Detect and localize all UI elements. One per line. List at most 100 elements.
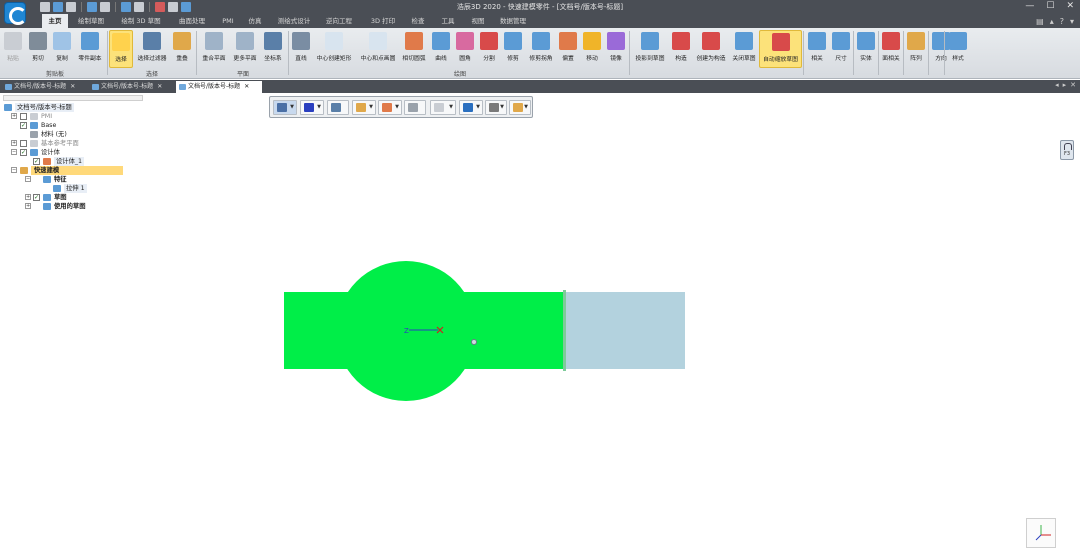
expand-icon[interactable]: + [11, 113, 17, 119]
close-icon[interactable]: ✕ [1066, 1, 1074, 12]
tab-surfacing[interactable]: 曲面处理 [174, 14, 210, 28]
move-button[interactable]: 移动 [581, 30, 603, 68]
visibility-checkbox[interactable]: ✓ [33, 194, 40, 201]
visibility-checkbox[interactable]: ✓ [33, 158, 40, 165]
render-settings-button[interactable]: ▼ [509, 100, 531, 115]
tab-view[interactable]: 视图 [467, 14, 489, 28]
coincident-plane-button[interactable]: 重合平面 [199, 30, 229, 68]
center-rect-button[interactable]: 中心创建矩形 [312, 30, 356, 68]
maximize-icon[interactable]: ☐ [1046, 1, 1054, 12]
close-tab-icon[interactable]: ✕ [244, 83, 249, 90]
auto-scale-sketch-button[interactable]: 自动缩放草图 [759, 30, 802, 68]
document-tab[interactable]: 文档号/版本号-标题 ✕ [2, 81, 88, 93]
project-to-sketch-button[interactable]: 投影到草图 [632, 30, 668, 68]
tangent-arc-button[interactable]: 相切圆弧 [400, 30, 428, 68]
overlap-button[interactable]: 重叠 [171, 30, 193, 68]
cut-button[interactable]: 剪切 [27, 30, 49, 68]
tab-3d-print[interactable]: 3D 打印 [366, 14, 400, 28]
tree-item-quick-modeling[interactable]: − 快速建模 [11, 166, 123, 175]
curve-button[interactable]: 曲线 [430, 30, 452, 68]
document-tab[interactable]: 文档号/版本号-标题 ✕ [89, 81, 175, 93]
expand-icon[interactable]: + [25, 194, 31, 200]
box-select-button[interactable]: ▼ [378, 100, 402, 115]
circle-button[interactable]: 中心和点画圆 [357, 30, 399, 68]
select-button[interactable]: 选择 [109, 30, 133, 68]
split-button[interactable]: 分割 [478, 30, 500, 68]
shared-edge-highlight[interactable] [563, 290, 566, 371]
visibility-checkbox[interactable] [20, 140, 27, 147]
close-all-tabs-icon[interactable]: ✕ [1070, 81, 1076, 89]
dimension-button[interactable]: 尺寸 [830, 30, 852, 68]
visibility-checkbox[interactable]: ✓ [20, 149, 27, 156]
ribbon-options-icon[interactable]: ▾ [1070, 17, 1074, 26]
tab-data-management[interactable]: 数据管理 [496, 14, 530, 28]
cut-icon [29, 32, 47, 50]
tab-draw-3d-sketch[interactable]: 绘制 3D 草图 [118, 14, 164, 28]
expand-icon[interactable]: + [25, 203, 31, 209]
create-construction-button[interactable]: 创建为构造 [693, 30, 729, 68]
section-view-button[interactable] [404, 100, 426, 115]
close-sketch-button[interactable]: 关闭草图 [730, 30, 758, 68]
display-panel-button[interactable]: ▼ [430, 100, 456, 115]
part-copy-button[interactable]: 零件副本 [76, 30, 104, 68]
more-planes-button[interactable]: 更多平面 [230, 30, 260, 68]
tab-inspect[interactable]: 检查 [407, 14, 429, 28]
tab-simulation[interactable]: 仿真 [244, 14, 266, 28]
coordinate-system-button[interactable]: 坐标系 [261, 30, 285, 68]
filter-icon [143, 32, 161, 50]
face-relate-button[interactable]: 面相关 [880, 30, 902, 68]
copy-button[interactable]: 复制 [51, 30, 73, 68]
paste-button[interactable]: 粘贴 [3, 30, 23, 68]
tab-measured-design[interactable]: 测绘式设计 [274, 14, 314, 28]
expand-icon[interactable]: + [11, 140, 17, 146]
triad-z-axis [1035, 534, 1042, 541]
view-orientation-triad-icon[interactable] [1026, 518, 1056, 548]
solid-button[interactable]: 实体 [855, 30, 877, 68]
coordinate-system-icon [30, 122, 38, 129]
ribbon-layout-icon[interactable]: ▤ [1036, 17, 1044, 26]
minimize-icon[interactable]: — [1025, 1, 1034, 12]
app-logo-icon[interactable] [4, 2, 27, 25]
collapse-icon[interactable]: − [11, 149, 17, 155]
tab-pmi[interactable]: PMI [218, 14, 238, 28]
selected-face-rectangle[interactable] [565, 292, 685, 369]
trim-corner-button[interactable]: 修剪拐角 [526, 30, 556, 68]
line-color-button[interactable]: ▼ [300, 100, 324, 115]
snap-button[interactable]: ▼ [352, 100, 376, 115]
collapse-icon[interactable]: − [11, 167, 17, 173]
view-command-bar: ▼ ▼ ▼ ▼ ▼ ▼ ▼ ▼ [269, 96, 533, 118]
dropdown-arrow-icon: ▼ [290, 104, 294, 110]
grid-button[interactable]: ▼ [485, 100, 507, 115]
trim-button[interactable]: 修剪 [502, 30, 524, 68]
tab-tools[interactable]: 工具 [437, 14, 459, 28]
coordinate-display-button[interactable] [327, 100, 349, 115]
select-filter-button[interactable]: 选择过滤器 [135, 30, 169, 68]
tab-scroll-right-icon[interactable]: ▸ [1063, 81, 1067, 89]
pattern-button[interactable]: 阵列 [905, 30, 927, 68]
close-tab-icon[interactable]: ✕ [157, 83, 162, 90]
help-icon[interactable]: ? [1060, 17, 1064, 26]
construction-button[interactable]: 构造 [670, 30, 692, 68]
lock-sketch-plane-icon[interactable]: F3 [1060, 140, 1074, 160]
line-button[interactable]: 直线 [291, 30, 311, 68]
mirror-button[interactable]: 镜像 [605, 30, 627, 68]
tab-reverse-engineering[interactable]: 逆向工程 [322, 14, 356, 28]
relate-button[interactable]: 相关 [806, 30, 828, 68]
tab-home[interactable]: 主页 [42, 14, 68, 28]
offset-button[interactable]: 偏置 [557, 30, 579, 68]
document-tab-active[interactable]: 文档号/版本号-标题 ✕ [176, 81, 262, 93]
tree-search-bar[interactable] [3, 95, 143, 101]
shaded-view-button[interactable]: ▼ [273, 100, 297, 115]
close-tab-icon[interactable]: ✕ [70, 83, 75, 90]
visibility-checkbox[interactable]: ✓ [20, 122, 27, 129]
visibility-checkbox[interactable] [20, 113, 27, 120]
collapse-icon[interactable]: − [25, 176, 31, 182]
view-style-button[interactable]: ▼ [459, 100, 483, 115]
split-icon [480, 32, 498, 50]
style-button[interactable]: 样式 [947, 30, 969, 68]
tab-draw-sketch[interactable]: 绘制草图 [72, 14, 110, 28]
ribbon-minimize-icon[interactable]: ▴ [1050, 17, 1054, 26]
fillet-button[interactable]: 圆角 [454, 30, 476, 68]
tab-scroll-left-icon[interactable]: ◂ [1055, 81, 1059, 89]
group-draw-label: 绘图 [453, 71, 466, 78]
